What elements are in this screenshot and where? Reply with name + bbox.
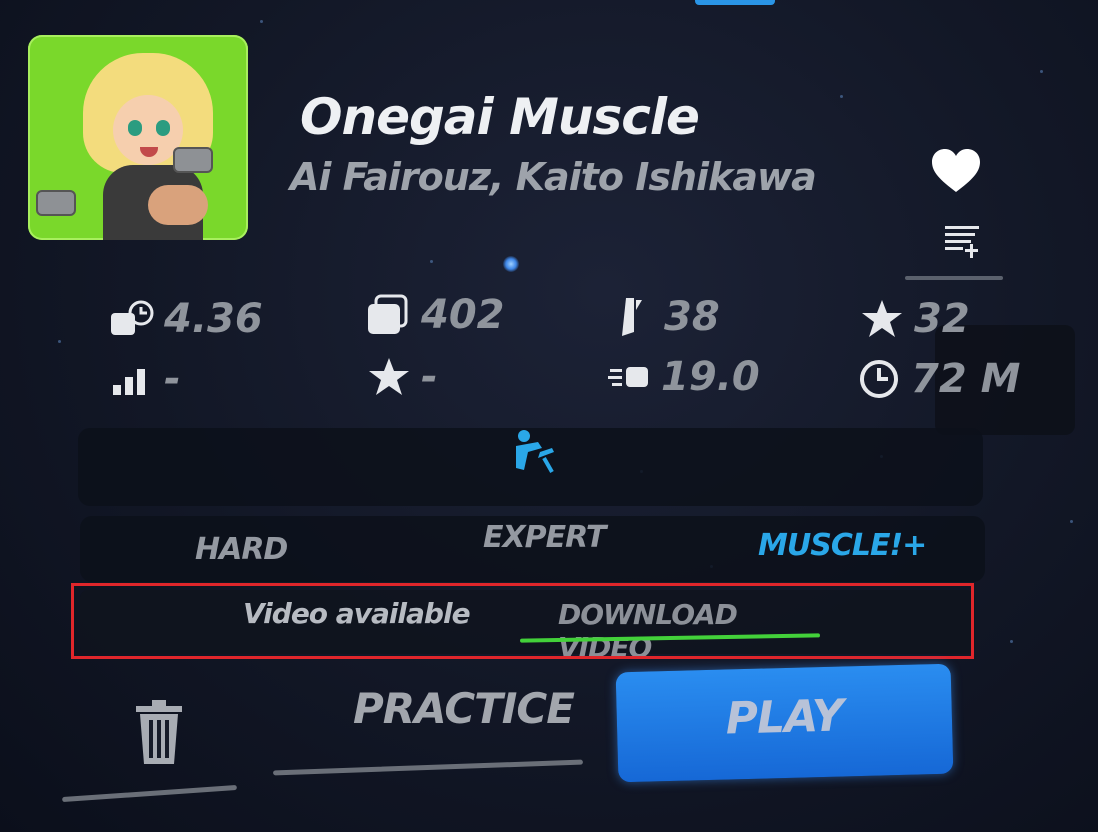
background-star xyxy=(1040,70,1043,73)
practice-button-underline xyxy=(273,759,583,776)
practice-label: PRACTICE xyxy=(353,684,575,733)
difficulty-bars-icon xyxy=(108,359,156,399)
delete-button[interactable] xyxy=(62,680,237,803)
stat-difficulty-rank: - xyxy=(108,356,181,402)
stat-walls: 38 xyxy=(608,294,720,340)
play-label: PLAY xyxy=(725,690,844,745)
lawless-mode-icon xyxy=(516,430,554,473)
practice-button[interactable]: PRACTICE xyxy=(273,670,583,776)
background-star xyxy=(1070,520,1073,523)
stat-value: 72 M xyxy=(911,356,1021,402)
njs-icon xyxy=(605,357,653,397)
glow-dot xyxy=(503,256,519,272)
song-title: Onegai Muscle xyxy=(300,88,700,146)
stat-value: - xyxy=(164,356,181,402)
stat-nps: 4.36 xyxy=(108,296,263,342)
stat-stars: - xyxy=(365,354,438,400)
playlist-button-underline xyxy=(905,276,1003,280)
notes-per-second-icon xyxy=(108,299,156,339)
background-star xyxy=(430,260,433,263)
delete-button-underline xyxy=(62,784,237,803)
background-star xyxy=(1010,640,1013,643)
playlist-add-icon xyxy=(945,226,979,258)
heart-icon xyxy=(932,149,980,192)
trash-icon xyxy=(136,700,182,764)
mode-option-lawless[interactable] xyxy=(508,428,568,478)
favorite-button[interactable] xyxy=(930,148,982,194)
notes-icon xyxy=(365,294,413,335)
bombs-icon xyxy=(858,299,906,339)
difficulty-muscle-plus[interactable]: MUSCLE!+ xyxy=(758,528,927,563)
stat-bombs: 32 xyxy=(858,296,970,342)
add-to-playlist-button[interactable] xyxy=(905,210,1003,280)
highlight-box xyxy=(71,583,974,659)
song-artist: Ai Fairouz, Kaito Ishikawa xyxy=(290,155,817,199)
background-star xyxy=(58,340,61,343)
stat-notes: 402 xyxy=(365,292,505,338)
stat-value: 4.36 xyxy=(164,296,263,342)
top-accent-bar xyxy=(695,0,775,5)
album-cover xyxy=(28,35,248,240)
stat-value: 32 xyxy=(914,296,970,342)
stat-value: 402 xyxy=(421,292,505,338)
star-icon xyxy=(365,357,413,397)
difficulty-hard[interactable]: HARD xyxy=(195,532,288,567)
background-star xyxy=(840,95,843,98)
stat-value: 38 xyxy=(664,294,720,340)
play-button[interactable]: PLAY xyxy=(615,663,954,783)
walls-icon xyxy=(608,297,656,337)
clock-icon xyxy=(855,359,903,399)
stat-njs: 19.0 xyxy=(605,354,760,400)
stat-duration: 72 M xyxy=(855,356,1020,402)
background-star xyxy=(260,20,263,23)
difficulty-expert[interactable]: EXPERT xyxy=(483,520,606,555)
stat-value: - xyxy=(421,354,438,400)
stat-value: 19.0 xyxy=(661,354,760,400)
